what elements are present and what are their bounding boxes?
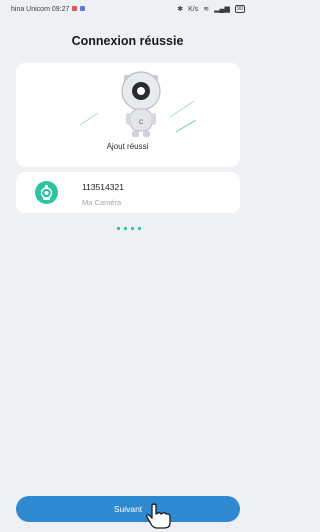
- speed-label: K/s: [188, 5, 199, 13]
- status-bar: hina Unicom 09:27 ✱ K/s ≋ ▂▄▆ 90: [0, 0, 255, 18]
- carrier-time: hina Unicom 09:27: [11, 6, 70, 13]
- page-title: Connexion réussie: [71, 34, 184, 48]
- app-notification-icon: [80, 6, 86, 11]
- status-right: ✱ K/s ≋ ▂▄▆ 90: [177, 5, 245, 13]
- device-id: 113514321: [82, 182, 124, 192]
- signal-icon: ▂▄▆: [214, 6, 230, 13]
- wifi-icon: ≋: [203, 6, 210, 13]
- progress-dot: [124, 227, 127, 230]
- progress-dot: [117, 227, 120, 230]
- success-card: C: [16, 63, 240, 167]
- progress-dots: [117, 227, 141, 230]
- progress-dot: [131, 227, 134, 230]
- hand-pointer-icon: [146, 503, 171, 529]
- robot-mascot-icon: C: [121, 71, 161, 137]
- status-left: hina Unicom 09:27: [11, 6, 86, 13]
- device-name: Ma Caméra: [82, 198, 122, 207]
- svg-text:C: C: [139, 120, 144, 126]
- sparkle-line-right-top: [169, 100, 195, 118]
- camera-device-icon: [35, 181, 58, 204]
- bluetooth-icon: ✱: [177, 6, 184, 13]
- sparkle-line-right-bottom: [175, 119, 197, 133]
- battery-icon: 90: [234, 5, 245, 13]
- device-card[interactable]: 113514321 Ma Caméra: [16, 172, 240, 213]
- notification-icon: [72, 6, 78, 11]
- sparkle-line-left: [79, 112, 99, 126]
- next-button-label: Suivant: [113, 504, 143, 514]
- next-button[interactable]: Suivant: [16, 496, 240, 522]
- progress-dot: [138, 227, 141, 230]
- success-label: Ajout réussi: [106, 142, 149, 151]
